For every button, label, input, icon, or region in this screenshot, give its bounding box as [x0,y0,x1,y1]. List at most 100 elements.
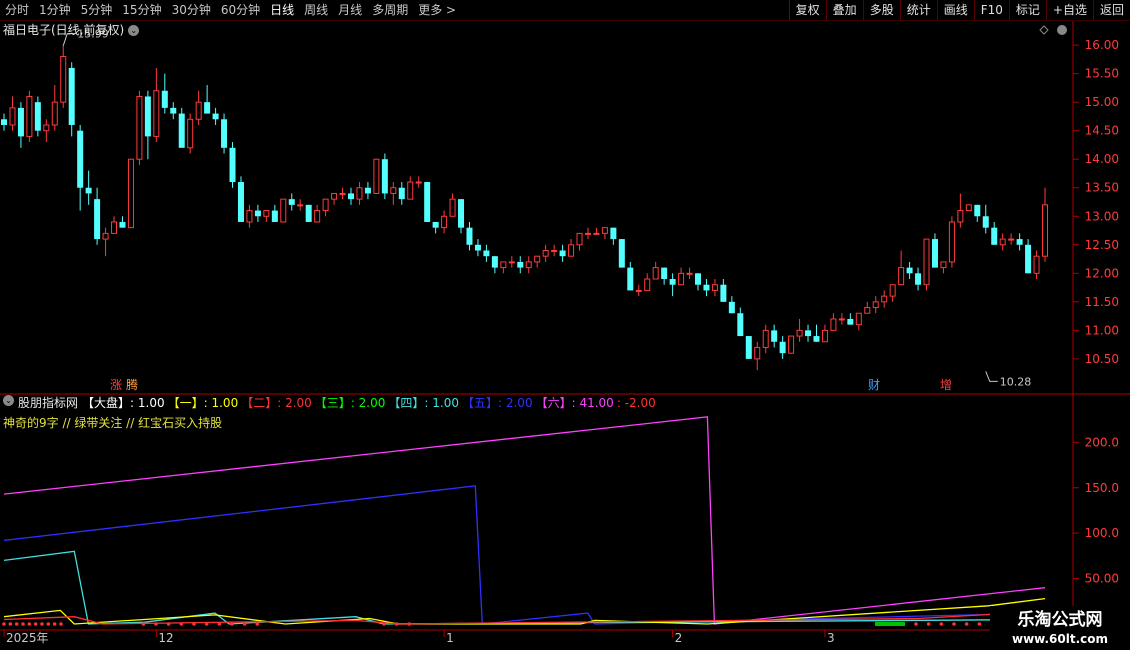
candle-body [322,198,329,212]
candle-body [263,210,270,217]
candle-body [534,255,541,263]
candle-body [999,238,1006,246]
candle-body [348,193,354,200]
signal-dot [217,622,222,626]
candle-body [720,284,727,302]
diamond-icon [1039,25,1049,35]
indicator-param-label: 【五】 [461,396,498,410]
candle-body [221,119,228,148]
candle-body [77,130,84,188]
price-annotation-leader [985,371,998,382]
y-tick-label: 11.00 [1085,323,1119,337]
candle-body [982,216,989,228]
candle-body [508,261,515,264]
candle-body [805,330,812,337]
toolbar-button-5[interactable]: F10 [973,0,1009,20]
toolbar-button-8[interactable]: 返回 [1092,0,1130,20]
x-tick-label: 3 [827,631,835,645]
indicator-param-4: 【四】: 1.00 [388,395,459,411]
signal-dot [382,622,386,626]
candle-body [1008,238,1015,241]
toolbar-button-0[interactable]: 复权 [788,0,826,20]
indicator-param-value: : 2.00 [498,396,533,410]
candle-body [576,232,583,246]
candle-body [119,221,126,228]
indicator-param-value: : 1.00 [130,396,165,410]
signal-dot [939,622,944,626]
candle-body [855,312,862,326]
candle-body [204,102,211,114]
tab-7[interactable]: 周线 [299,0,333,20]
candle-body [127,158,134,229]
candle-body [652,267,659,280]
y-tick-label: 14.00 [1085,152,1119,166]
candle-body [830,318,837,331]
candle-body [466,227,473,245]
candle-body [661,267,668,280]
candle-body [271,210,278,222]
toolbar-button-4[interactable]: 画线 [936,0,974,20]
signal-dot [141,622,146,626]
toolbar-button-2[interactable]: 多股 [862,0,900,20]
signal-dot [8,622,13,626]
candle-body [34,102,41,131]
tab-4[interactable]: 30分钟 [167,0,216,20]
signal-dot [394,622,399,626]
candle-body [1,119,7,125]
indicator-param-3: 【三】: 2.00 [315,395,386,411]
candle-body [788,335,795,354]
toolbar-button-7[interactable]: +自选 [1045,0,1093,20]
tab-2[interactable]: 5分钟 [76,0,118,20]
y-tick-label: 13.50 [1085,181,1119,195]
x-tick-label: 1 [446,631,454,645]
candle-body [111,221,118,234]
toolbar-button-1[interactable]: 叠加 [825,0,863,20]
tab-9[interactable]: 多周期 [367,0,413,20]
indicator-name: 股朋指标网 [18,396,79,410]
tag-zeng[interactable]: 增 [940,378,952,392]
candle-body [491,256,498,268]
watermark-url: www.60lt.com [1011,632,1109,646]
tag-ting[interactable]: 腾 [126,378,138,392]
candle-body [1025,244,1032,274]
candle-body [415,181,422,184]
tag-zhang[interactable]: 涨 [110,378,122,392]
indicator-description: 神奇的9字 // 绿带关注 // 红宝石买入持股 [3,416,223,430]
tag-cai[interactable]: 财 [868,378,880,392]
signal-dot [52,622,57,626]
candle-body [43,124,50,132]
candle-body [796,329,803,337]
indicator-param-label: 【一】 [167,396,204,410]
toolbar-buttons: 复权 叠加 多股 统计 画线 F10 标记 +自选 返回 [788,0,1130,20]
tab-6[interactable]: 日线 [265,0,299,20]
tab-1[interactable]: 1分钟 [34,0,76,20]
candle-body [51,101,58,126]
candle-body [923,238,930,286]
tab-3[interactable]: 15分钟 [117,0,166,20]
candle-body [771,330,778,342]
chart-canvas[interactable]: 16.00 15.50 15.00 14.50 14.00 13.50 13.00 12.50… [0,21,1130,650]
candle-body [1033,255,1040,274]
tab-8[interactable]: 月线 [333,0,367,20]
candle-body [474,244,481,251]
signal-dot [40,622,44,626]
toolbar-button-6[interactable]: 标记 [1008,0,1046,20]
candle-body [584,232,591,235]
candle-body [703,284,710,291]
toolbar-button-3[interactable]: 统计 [899,0,937,20]
tab-10[interactable]: 更多 > [413,0,461,20]
x-tick-label: 2 [675,631,683,645]
candle-body [390,187,397,194]
candle-body [813,336,820,342]
signal-dot [926,622,931,626]
chevron-down-icon[interactable]: ⌄ [3,395,14,406]
candle-body [881,295,888,303]
tab-0[interactable]: 分时 [0,0,34,20]
candle-body [618,239,625,268]
candle-body [517,261,524,268]
candle-body [144,96,151,137]
tab-5[interactable]: 60分钟 [216,0,265,20]
candle-body [170,107,177,114]
candle-body [965,204,972,212]
chevron-down-icon[interactable]: ⌄ [128,25,140,36]
